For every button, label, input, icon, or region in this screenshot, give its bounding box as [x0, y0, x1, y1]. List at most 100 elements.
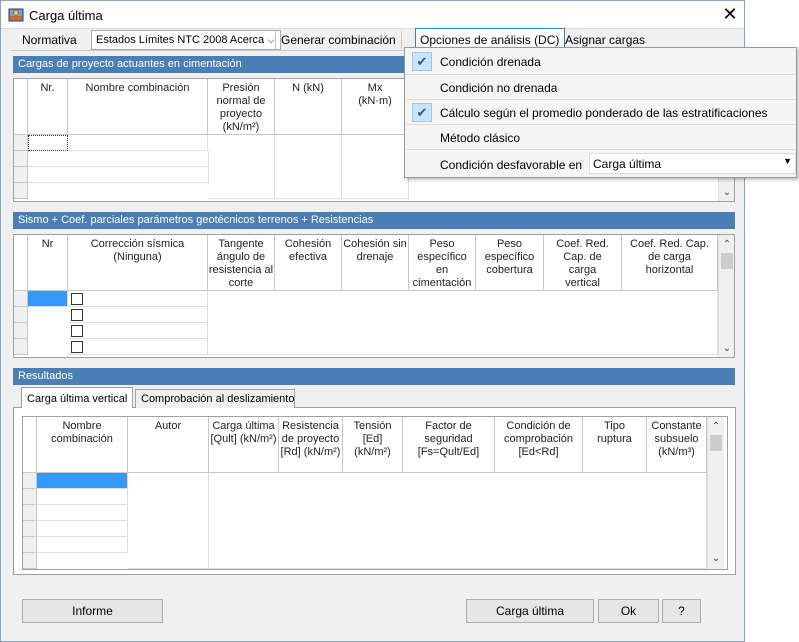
- table-cell[interactable]: [208, 135, 275, 199]
- row-checkbox[interactable]: [71, 325, 83, 337]
- col-header: Coef. Red. Cap. de carga vertical: [544, 235, 622, 291]
- table-cell[interactable]: [342, 135, 409, 199]
- table-cell[interactable]: [68, 307, 208, 323]
- table-cell[interactable]: [68, 135, 208, 151]
- separator: [401, 31, 402, 49]
- row-header[interactable]: [14, 135, 28, 151]
- ok-button[interactable]: Ok: [598, 599, 659, 623]
- row-checkbox[interactable]: [71, 309, 83, 321]
- resultados-grid[interactable]: Nombre combinación Autor Carga última [Q…: [22, 416, 728, 570]
- separator: [275, 31, 276, 49]
- opciones-analisis-menu: ✔ Condición drenada Condición no drenada…: [404, 47, 797, 178]
- col-header: Factor de seguridad [Fs=Qult/Ed]: [403, 417, 495, 473]
- resultados-panel: Nombre combinación Autor Carga última [Q…: [13, 407, 736, 575]
- close-icon[interactable]: ✕: [719, 3, 741, 25]
- table-cells-block[interactable]: [209, 473, 707, 569]
- col-header: Coef. Red. Cap. de carga horizontal: [622, 235, 718, 291]
- row-header[interactable]: [14, 323, 28, 339]
- col-header: Cohesión efectiva: [275, 235, 342, 291]
- col-header: Carga última [Qult] (kN/m²): [209, 417, 279, 473]
- col-header: Cohesión sin drenaje: [342, 235, 409, 291]
- informe-button[interactable]: Informe: [22, 599, 163, 623]
- row-header[interactable]: [14, 167, 28, 183]
- row-header[interactable]: [14, 183, 28, 199]
- col-header: Presión normal de proyecto (kN/m²): [208, 79, 275, 135]
- scroll-up-icon[interactable]: ⌃: [708, 419, 724, 435]
- table-cell[interactable]: [68, 323, 208, 339]
- scroll-up-icon[interactable]: ⌃: [719, 237, 734, 253]
- row-header[interactable]: [14, 291, 28, 307]
- row-header[interactable]: [23, 521, 37, 537]
- row-header-corner: [14, 235, 28, 291]
- section-resultados-header: Resultados: [13, 368, 735, 385]
- table-row[interactable]: [37, 505, 128, 521]
- table-row[interactable]: [37, 521, 128, 537]
- table-cells-block[interactable]: [208, 291, 718, 355]
- scroll-thumb[interactable]: [710, 435, 722, 451]
- col-header: Constante subsuelo (kN/m³): [647, 417, 707, 473]
- table-cell[interactable]: [68, 291, 208, 307]
- menu-item-label: Método clásico: [440, 131, 521, 145]
- row-header-corner: [14, 79, 28, 135]
- scroll-down-icon[interactable]: ⌄: [719, 341, 734, 357]
- selected-cell[interactable]: [28, 291, 68, 307]
- row-header[interactable]: [23, 473, 37, 489]
- sismo-grid[interactable]: Nr Corrección sísmica (Ninguna) Tangente…: [13, 234, 735, 358]
- col-header: Mx (kN·m): [342, 79, 409, 135]
- check-icon: ✔: [412, 52, 432, 71]
- menu-item-condicion-drenada[interactable]: ✔ Condición drenada: [406, 49, 795, 74]
- tab-comprobacion-deslizamiento[interactable]: Comprobación al deslizamiento: [135, 389, 295, 408]
- row-header-corner: [23, 417, 37, 473]
- condicion-desfavorable-value: Carga última: [593, 157, 662, 171]
- menu-item-label: Cálculo según el promedio ponderado de l…: [440, 106, 768, 120]
- table-row[interactable]: [28, 151, 209, 167]
- col-header: Resistencia de proyecto [Rd] (kN/m²): [279, 417, 343, 473]
- row-header[interactable]: [23, 553, 37, 569]
- menu-item-label: Condición drenada: [440, 55, 541, 69]
- normativa-select[interactable]: Estados Límites NTC 2008 Acercam ⌵: [91, 30, 281, 50]
- col-header: Peso específico cobertura: [476, 235, 544, 291]
- table-row[interactable]: [28, 167, 209, 183]
- scroll-thumb[interactable]: [721, 253, 733, 269]
- condicion-desfavorable-label: Condición desfavorable en: [440, 158, 583, 172]
- help-button[interactable]: ?: [662, 599, 701, 623]
- row-header[interactable]: [23, 505, 37, 521]
- condicion-desfavorable-select[interactable]: Carga última ▼: [589, 153, 796, 174]
- row-checkbox[interactable]: [71, 293, 83, 305]
- table-cell[interactable]: [275, 135, 342, 199]
- window-title: Carga última: [29, 8, 103, 23]
- menu-item-metodo-clasico[interactable]: Método clásico: [406, 124, 795, 149]
- row-header[interactable]: [23, 537, 37, 553]
- selected-cell[interactable]: [37, 473, 128, 489]
- row-header[interactable]: [14, 151, 28, 167]
- table-cell[interactable]: [68, 339, 208, 355]
- table-cell[interactable]: [28, 135, 68, 151]
- col-header: Tangente ángulo de resistencia al corte: [208, 235, 275, 291]
- col-header: Nombre combinación: [68, 79, 208, 135]
- normativa-value: Estados Límites NTC 2008 Acercam: [96, 34, 274, 46]
- menu-item-label: Condición no drenada: [440, 81, 558, 95]
- row-header[interactable]: [14, 339, 28, 355]
- scroll-down-icon[interactable]: ⌄: [719, 185, 734, 201]
- scroll-down-icon[interactable]: ⌄: [708, 551, 724, 567]
- menu-item-condicion-no-drenada[interactable]: Condición no drenada: [406, 74, 795, 99]
- tab-carga-ultima-vertical[interactable]: Carga última vertical: [21, 387, 133, 408]
- scrollbar[interactable]: ⌃ ⌄: [718, 235, 734, 357]
- check-icon: ✔: [412, 103, 432, 122]
- col-header: Tipo ruptura: [583, 417, 647, 473]
- menu-item-calculo-promedio[interactable]: ✔ Cálculo según el promedio ponderado de…: [406, 99, 795, 124]
- normativa-label: Normativa: [22, 33, 77, 47]
- dropdown-arrow-icon: ▼: [783, 156, 792, 166]
- carga-ultima-button[interactable]: Carga última: [466, 599, 594, 623]
- table-cell[interactable]: [128, 473, 209, 569]
- col-header: Peso específico en cimentación: [409, 235, 476, 291]
- row-header[interactable]: [23, 489, 37, 505]
- table-row[interactable]: [37, 537, 128, 553]
- col-header: Corrección sísmica (Ninguna): [68, 235, 208, 291]
- row-header[interactable]: [14, 307, 28, 323]
- section-sismo-header: Sismo + Coef. parciales parámetros geoté…: [13, 212, 735, 229]
- table-row[interactable]: [37, 489, 128, 505]
- scrollbar[interactable]: ⌃ ⌄: [707, 417, 724, 569]
- row-checkbox[interactable]: [71, 341, 83, 353]
- generar-combinacion-button[interactable]: Generar combinación: [277, 30, 400, 50]
